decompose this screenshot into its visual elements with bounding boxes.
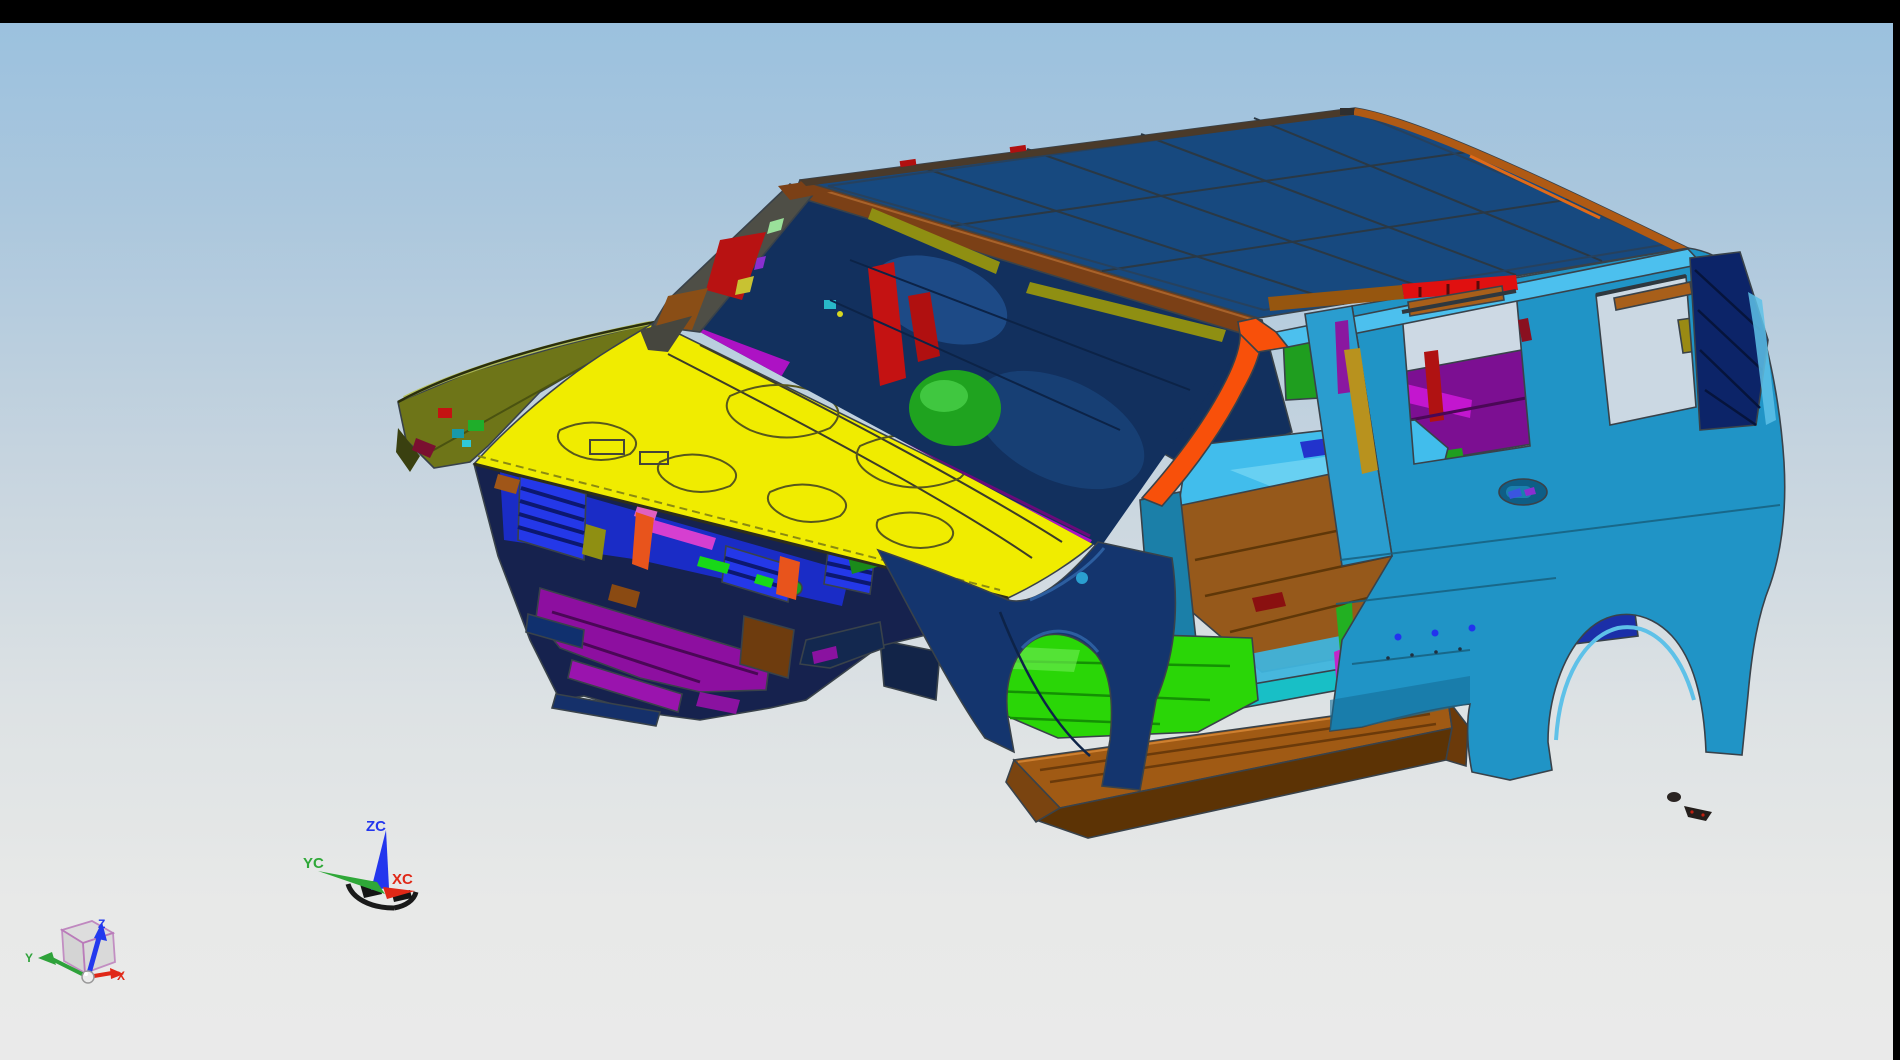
body-side[interactable] bbox=[1268, 248, 1785, 780]
wcs-y-label: YC bbox=[303, 855, 324, 872]
wcs-z-axis-arrow[interactable] bbox=[371, 830, 389, 890]
rivet-1 bbox=[1395, 634, 1402, 641]
small-part-2[interactable] bbox=[1684, 806, 1712, 821]
roof-antenna-base bbox=[1340, 108, 1354, 115]
loose-parts[interactable] bbox=[1667, 792, 1712, 821]
fender-teal-bit bbox=[452, 429, 464, 438]
wcs-x-label: XC bbox=[392, 871, 413, 888]
view-triad[interactable]: Z Y X bbox=[25, 917, 125, 983]
cowl-yellow-dot bbox=[837, 311, 843, 317]
olive-bracket bbox=[582, 524, 606, 560]
wcs-z-label: ZC bbox=[366, 818, 386, 835]
view-y-arrowhead bbox=[38, 952, 56, 965]
suv-body-model[interactable] bbox=[396, 108, 1785, 838]
view-z-label: Z bbox=[98, 917, 105, 931]
fender-red-bit bbox=[438, 408, 452, 418]
view-x-label: X bbox=[117, 969, 125, 983]
fender-green-bit bbox=[468, 420, 484, 431]
wcs-triad[interactable]: ZC YC XC bbox=[303, 818, 416, 908]
view-y-label: Y bbox=[25, 951, 33, 965]
sphere-highlight bbox=[84, 972, 88, 976]
seat-left-highlight bbox=[920, 380, 968, 412]
model-canvas[interactable]: ZC YC XC Z Y X bbox=[0, 0, 1900, 1060]
fender-grommet bbox=[1076, 572, 1088, 584]
view-origin-sphere[interactable] bbox=[82, 971, 94, 983]
rivet-2 bbox=[1432, 630, 1439, 637]
rivet-3 bbox=[1469, 625, 1476, 632]
orange-brace-2[interactable] bbox=[776, 556, 800, 600]
fender-cyan-bit bbox=[462, 440, 471, 447]
small-part-1[interactable] bbox=[1667, 792, 1681, 802]
